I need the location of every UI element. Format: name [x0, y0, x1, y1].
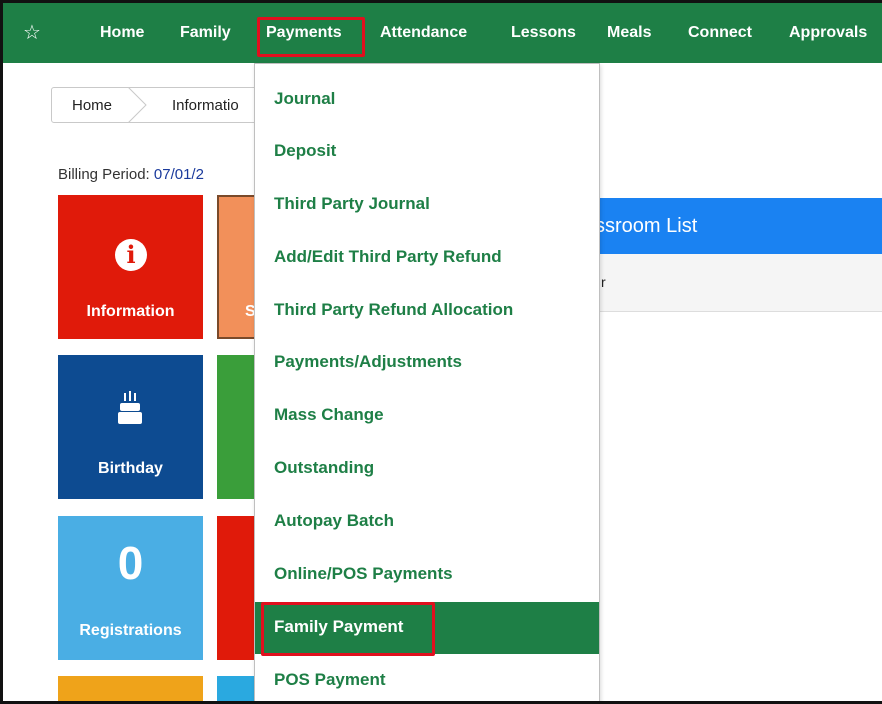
- classroom-list-title: ssroom List: [595, 215, 698, 237]
- birthday-tile-label: Birthday: [98, 460, 163, 477]
- menu-item-autopay-batch[interactable]: Autopay Batch: [255, 496, 599, 548]
- menu-item-label: Deposit: [274, 141, 337, 160]
- menu-item-deposit[interactable]: Deposit: [255, 126, 599, 178]
- top-nav-bar: ☆ Home Family Payments Attendance Lesson…: [3, 3, 882, 63]
- menu-item-label: Payments/Adjustments: [274, 352, 462, 371]
- nav-approvals[interactable]: Approvals: [789, 3, 867, 63]
- billing-period-label: Billing Period:: [58, 166, 150, 183]
- menu-item-outstanding[interactable]: Outstanding: [255, 443, 599, 495]
- nav-family[interactable]: Family: [180, 3, 231, 63]
- breadcrumb: Home Informatio: [51, 87, 261, 123]
- birthday-tile[interactable]: Birthday: [58, 355, 203, 499]
- menu-item-payments-adjustments[interactable]: Payments/Adjustments: [255, 337, 599, 389]
- menu-item-third-party-journal[interactable]: Third Party Journal: [255, 179, 599, 231]
- menu-item-label: Outstanding: [274, 458, 375, 477]
- menu-item-third-party-refund-allocation[interactable]: Third Party Refund Allocation: [255, 285, 599, 337]
- billing-period: Billing Period: 07/01/2: [58, 166, 204, 183]
- nav-lessons[interactable]: Lessons: [511, 3, 576, 63]
- nav-meals[interactable]: Meals: [607, 3, 651, 63]
- menu-item-mass-change[interactable]: Mass Change: [255, 390, 599, 442]
- star-icon[interactable]: ☆: [23, 23, 43, 43]
- info-icon: i: [115, 239, 147, 271]
- menu-item-journal[interactable]: Journal: [255, 74, 599, 126]
- breadcrumb-home[interactable]: Home: [72, 97, 112, 114]
- classroom-list-header: ssroom List: [595, 198, 882, 254]
- payments-highlight-box: [257, 17, 365, 57]
- menu-item-pos-payment[interactable]: POS Payment: [255, 655, 599, 701]
- breadcrumb-separator-icon: [127, 87, 147, 123]
- family-payment-highlight-box: [261, 602, 435, 656]
- billing-period-value: 07/01/2: [153, 166, 204, 183]
- cyan-tile[interactable]: [217, 676, 257, 701]
- classroom-list-column-header: r: [599, 254, 882, 312]
- menu-item-label: Third Party Refund Allocation: [274, 300, 514, 319]
- orange-tile[interactable]: S: [217, 195, 257, 339]
- menu-item-label: Journal: [274, 89, 336, 108]
- menu-item-label: Add/Edit Third Party Refund: [274, 247, 502, 266]
- nav-home[interactable]: Home: [100, 3, 144, 63]
- information-tile[interactable]: i Information: [58, 195, 203, 339]
- menu-item-label: Autopay Batch: [274, 511, 394, 530]
- nav-attendance[interactable]: Attendance: [380, 3, 467, 63]
- yellow-tile[interactable]: [58, 676, 203, 701]
- nav-connect[interactable]: Connect: [688, 3, 752, 63]
- registrations-count: 0: [117, 537, 144, 589]
- classroom-column-label: r: [601, 274, 606, 290]
- registrations-tile[interactable]: 0 Registrations: [58, 516, 203, 660]
- breadcrumb-current: Informatio: [172, 97, 239, 114]
- menu-item-online-pos-payments[interactable]: Online/POS Payments: [255, 549, 599, 601]
- birthday-cake-icon: [118, 391, 142, 424]
- menu-item-label: Mass Change: [274, 405, 384, 424]
- red-tile[interactable]: [217, 516, 257, 660]
- information-tile-label: Information: [86, 303, 175, 320]
- green-tile[interactable]: [217, 355, 257, 499]
- app-window: ☆ Home Family Payments Attendance Lesson…: [0, 0, 882, 704]
- menu-item-add-edit-third-party-refund[interactable]: Add/Edit Third Party Refund: [255, 232, 599, 284]
- menu-item-label: Third Party Journal: [274, 194, 430, 213]
- menu-item-label: Online/POS Payments: [274, 564, 453, 583]
- menu-item-label: POS Payment: [274, 670, 386, 689]
- registrations-tile-label: Registrations: [79, 622, 182, 639]
